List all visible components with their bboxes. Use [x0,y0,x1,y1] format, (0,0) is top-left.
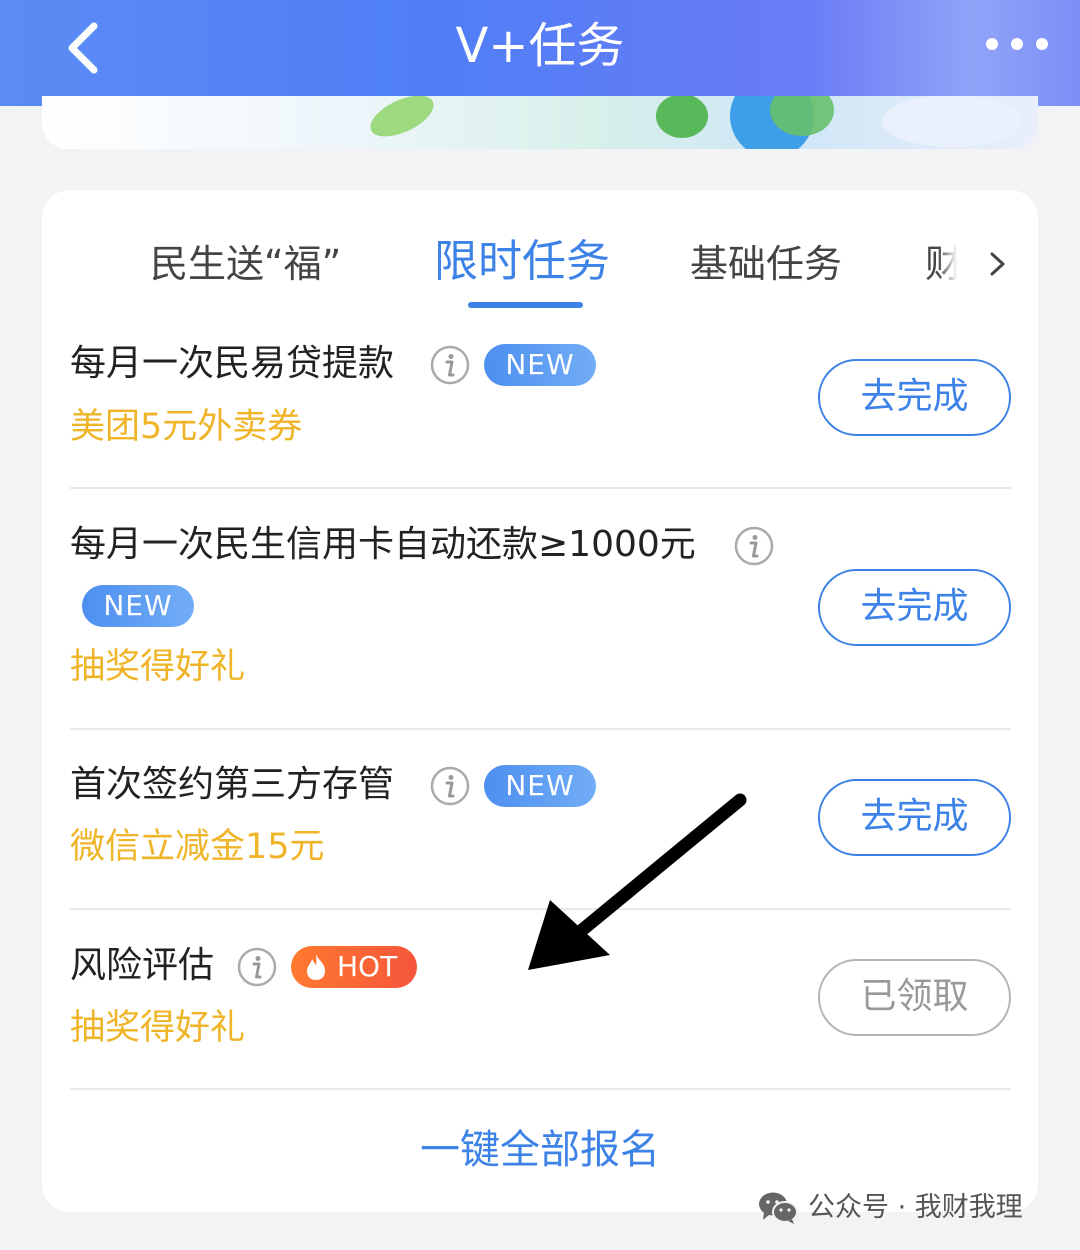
complete-task-button[interactable]: 去完成 [818,569,1011,646]
complete-task-button[interactable]: 去完成 [818,779,1011,856]
claimed-button: 已领取 [818,959,1011,1036]
complete-task-button[interactable]: 去完成 [818,359,1011,436]
new-badge: NEW [82,585,194,627]
task-reward: 微信立减金15元 [70,827,325,867]
task-title: 每月一次民生信用卡自动还款≥1000元 [70,524,696,565]
promo-banner[interactable] [42,96,1038,149]
tab-wealth-partial[interactable]: 财 [925,238,957,290]
divider [70,487,1011,489]
task-reward: 抽奖得好礼 [70,647,246,687]
task-title: 首次签约第三方存管 [70,764,395,805]
divider [70,1088,1011,1090]
watermark-text: 公众号 · 我财我理 [808,1192,1023,1223]
info-icon[interactable] [237,947,277,987]
enroll-all-button[interactable]: 一键全部报名 [0,1122,1080,1178]
info-icon[interactable] [734,526,774,566]
annotation-arrow [528,793,747,970]
new-badge: NEW [484,344,596,386]
active-tab-indicator [468,302,583,308]
more-menu-button[interactable] [982,30,1052,60]
wechat-icon [759,1192,798,1224]
tabs-scroll-right-button[interactable] [982,244,1012,284]
task-title: 每月一次民易贷提款 [70,343,395,384]
banner-illustration [370,96,1022,149]
task-reward: 美团5元外卖券 [70,407,303,447]
tab-minsheng-fu[interactable]: 民生送“福” [150,238,341,290]
chevron-right-icon [990,252,1005,276]
hot-badge-label: HOT [337,950,398,983]
page-title: V+任务 [455,18,625,74]
task-reward: 抽奖得好礼 [70,1008,246,1048]
hot-badge: HOT [291,946,417,988]
divider [70,728,1011,730]
info-icon[interactable] [430,766,470,806]
more-dots-icon [986,38,998,50]
watermark: 公众号 · 我财我理 [758,1188,1023,1228]
top-navigation-bar: V+任务 [0,0,1080,106]
task-title: 风险评估 [70,945,215,986]
tab-basic-tasks[interactable]: 基础任务 [690,238,842,290]
info-icon[interactable] [430,345,470,385]
tab-limited-tasks[interactable]: 限时任务 [434,236,610,288]
flame-icon [307,954,325,980]
